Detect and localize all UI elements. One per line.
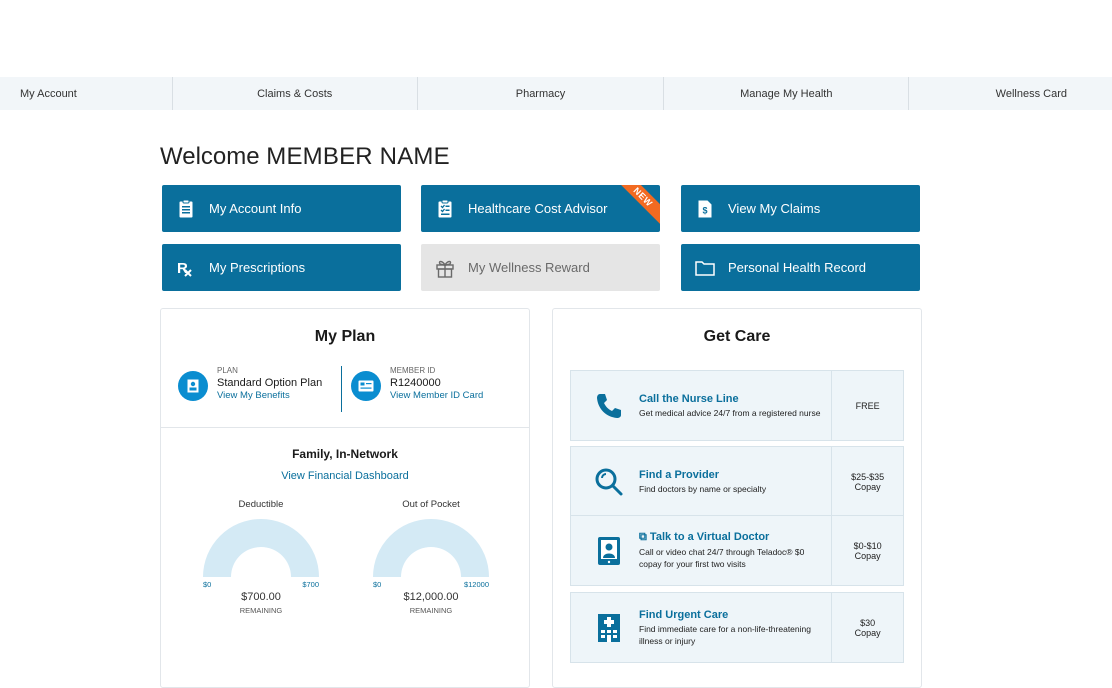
id-card-icon <box>351 371 381 401</box>
gauge-max-label: $700 <box>302 580 319 589</box>
cost-value: $30 <box>860 617 876 628</box>
care-cost: $30 Copay <box>831 593 903 662</box>
search-icon <box>583 467 635 497</box>
my-prescriptions-button[interactable]: R My Prescriptions <box>162 244 401 291</box>
care-description: Find immediate care for a non-life-threa… <box>639 623 811 646</box>
view-financial-dashboard-link[interactable]: View Financial Dashboard <box>161 470 529 482</box>
gauge-arc <box>203 519 319 577</box>
clipboard-list-icon <box>176 199 196 219</box>
gauge-arc <box>373 519 489 577</box>
plan-summary: PLAN Standard Option Plan View My Benefi… <box>161 361 529 427</box>
gauge-min-label: $0 <box>373 580 382 589</box>
folder-icon <box>695 258 715 278</box>
out-of-pocket-gauge: Out of Pocket $0 $12000 $12,000.00 REMAI… <box>361 499 501 615</box>
gauge-remaining-label: REMAINING <box>239 606 283 615</box>
care-title: Find a Provider <box>639 468 720 481</box>
nav-claims-costs[interactable]: Claims & Costs <box>173 77 418 110</box>
care-title: Find Urgent Care <box>639 608 729 621</box>
get-care-card: Get Care Call the Nurse Line Get medical… <box>552 308 922 688</box>
cost-sub: Copay <box>854 481 881 492</box>
deductible-gauge: Deductible $0 $700 $700.00 REMAINING <box>191 499 331 615</box>
cost-value: $25-$35 <box>851 471 885 482</box>
divider <box>341 366 342 412</box>
welcome-greeting: Welcome <box>160 143 260 170</box>
member-info: MEMBER ID R1240000 View Member ID Card <box>351 366 483 401</box>
nav-wellness-card[interactable]: Wellness Card <box>909 77 1112 110</box>
tile-label: My Account Info <box>209 201 302 216</box>
plan-label: PLAN <box>217 366 238 375</box>
hospital-icon <box>583 613 635 642</box>
gauge-label: Out of Pocket <box>402 499 460 510</box>
cost-value: $0-$10 <box>853 540 882 551</box>
member-name: MEMBER NAME <box>266 143 450 170</box>
care-title: ⧉ Talk to a Virtual Doctor <box>639 531 770 543</box>
tile-label: My Wellness Reward <box>468 260 590 275</box>
get-care-title: Get Care <box>703 328 771 345</box>
cost-sub: Copay <box>854 550 881 561</box>
id-badge-icon <box>178 371 208 401</box>
nav-pharmacy[interactable]: Pharmacy <box>418 77 665 110</box>
plan-info: PLAN Standard Option Plan View My Benefi… <box>178 366 322 401</box>
find-provider-row[interactable]: Find a Provider Find doctors by name or … <box>570 446 904 517</box>
external-link-icon: ⧉ <box>639 531 650 543</box>
gauge-amount: $12,000.00 <box>403 591 459 603</box>
new-badge: NEW <box>613 185 660 227</box>
nurse-line-row[interactable]: Call the Nurse Line Get medical advice 2… <box>570 370 904 441</box>
care-cost: $25-$35 Copay <box>831 447 903 516</box>
view-my-claims-button[interactable]: $ View My Claims <box>681 185 920 232</box>
tile-label: My Prescriptions <box>209 260 306 275</box>
gauge-label: Deductible <box>238 499 284 510</box>
gift-icon <box>435 258 455 278</box>
healthcare-cost-advisor-button[interactable]: Healthcare Cost Advisor NEW <box>421 185 660 232</box>
virtual-doctor-row[interactable]: ⧉ Talk to a Virtual Doctor Call or video… <box>570 515 904 586</box>
phone-icon <box>583 391 635 421</box>
welcome-heading: Welcome MEMBER NAME <box>160 143 450 171</box>
care-description: Get medical advice 24/7 from a registere… <box>639 407 821 418</box>
member-id-label: MEMBER ID <box>390 366 436 375</box>
my-account-info-button[interactable]: My Account Info <box>162 185 401 232</box>
cost-value: FREE <box>855 400 880 411</box>
my-plan-title: My Plan <box>314 328 376 345</box>
rx-icon: R <box>176 258 196 278</box>
svg-text:$: $ <box>702 205 707 215</box>
gauge-min-label: $0 <box>203 580 212 589</box>
checklist-icon <box>435 199 455 219</box>
top-nav: My Account Claims & Costs Pharmacy Manag… <box>0 77 1112 110</box>
tile-label: Personal Health Record <box>728 260 867 275</box>
nav-my-account[interactable]: My Account <box>0 77 173 110</box>
care-cost: FREE <box>831 371 903 440</box>
care-description: Find doctors by name or specialty <box>639 483 767 494</box>
nav-manage-my-health[interactable]: Manage My Health <box>664 77 910 110</box>
care-title: Call the Nurse Line <box>639 392 739 405</box>
dollar-document-icon: $ <box>695 199 715 219</box>
gauge-max-label: $12000 <box>463 580 489 589</box>
view-member-id-card-link[interactable]: View Member ID Card <box>390 390 483 401</box>
plan-name: Standard Option Plan <box>217 377 323 389</box>
care-cost: $0-$10 Copay <box>831 516 903 585</box>
care-description: Call or video chat 24/7 through Teladoc®… <box>639 547 805 569</box>
tile-label: Healthcare Cost Advisor <box>468 201 608 216</box>
my-plan-card: My Plan PLAN Standard Option Plan View M… <box>160 308 530 688</box>
view-my-benefits-link[interactable]: View My Benefits <box>217 390 322 401</box>
coverage-title: Family, In-Network <box>292 447 398 461</box>
my-wellness-reward-button[interactable]: My Wellness Reward <box>421 244 660 291</box>
personal-health-record-button[interactable]: Personal Health Record <box>681 244 920 291</box>
cost-sub: Copay <box>854 627 881 638</box>
section-divider <box>161 427 529 428</box>
tile-label: View My Claims <box>728 201 821 216</box>
urgent-care-row[interactable]: Find Urgent Care Find immediate care for… <box>570 592 904 663</box>
gauge-amount: $700.00 <box>241 591 281 603</box>
gauge-remaining-label: REMAINING <box>409 606 453 615</box>
tablet-doctor-icon <box>583 536 635 565</box>
member-id-value: R1240000 <box>390 377 441 389</box>
